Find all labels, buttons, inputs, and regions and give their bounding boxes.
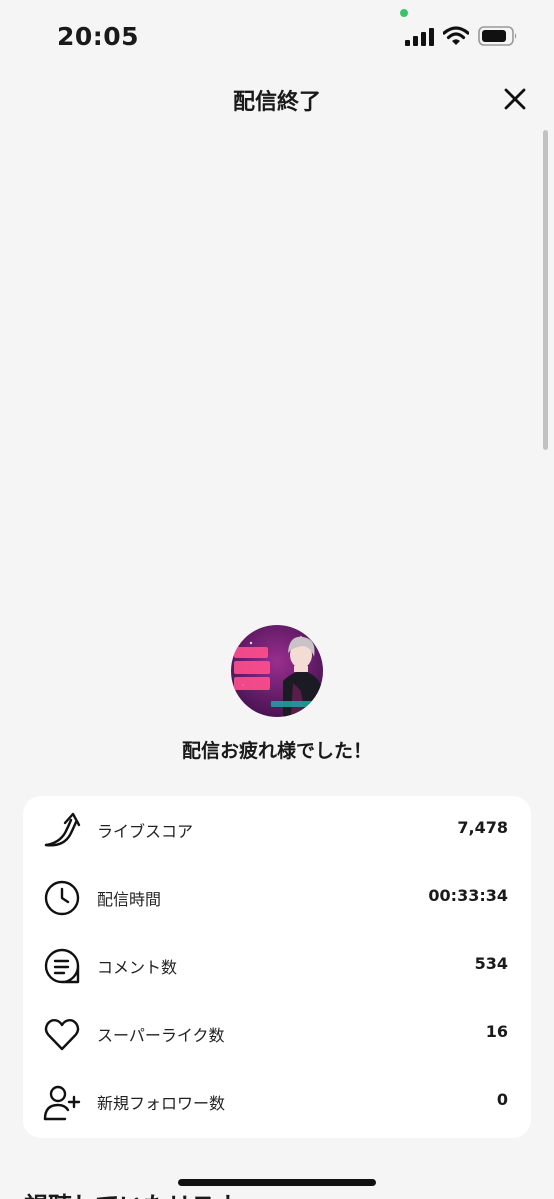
home-indicator[interactable] xyxy=(178,1179,376,1186)
cellular-signal-icon xyxy=(405,28,434,46)
stat-label: 配信時間 xyxy=(97,890,162,909)
stat-value: 00:33:34 xyxy=(428,886,508,905)
stat-label: コメント数 xyxy=(97,958,178,977)
battery-icon xyxy=(478,26,517,46)
stat-label: スーパーライク数 xyxy=(97,1026,225,1045)
privacy-indicator-dot xyxy=(400,9,408,17)
status-bar: 20:05 xyxy=(0,0,554,70)
header: 配信終了 xyxy=(0,78,554,122)
stat-value: 7,478 xyxy=(457,818,508,837)
scrollbar[interactable] xyxy=(543,130,548,450)
close-icon[interactable] xyxy=(500,84,530,114)
status-time: 20:05 xyxy=(57,22,140,51)
thanks-message: 配信お疲れ様でした！ xyxy=(181,740,372,762)
stat-value: 16 xyxy=(485,1022,508,1041)
stat-label: 新規フォロワー数 xyxy=(97,1094,226,1113)
stats-card: ライブスコア 7,478 配信時間 00:33:34 コメント数 534 スーパ… xyxy=(23,796,531,1138)
stat-row-new-followers: 新規フォロワー数 0 xyxy=(23,1068,531,1136)
stat-value: 534 xyxy=(474,954,508,973)
stat-row-super-likes: スーパーライク数 16 xyxy=(23,1000,531,1068)
streamer-avatar xyxy=(231,625,323,717)
stat-value: 0 xyxy=(496,1090,508,1109)
add-user-icon xyxy=(43,1085,81,1121)
heart-icon xyxy=(44,1018,80,1051)
stat-row-stream-time: 配信時間 00:33:34 xyxy=(23,864,531,932)
listeners-section-heading: 視聴していたリスナー xyxy=(24,1186,263,1199)
clock-icon xyxy=(44,880,80,916)
stat-label: ライブスコア xyxy=(97,822,194,841)
stat-row-live-score: ライブスコア 7,478 xyxy=(23,796,531,864)
stat-row-comments: コメント数 534 xyxy=(23,932,531,1000)
page-title: 配信終了 xyxy=(232,90,321,115)
comment-icon xyxy=(44,948,80,984)
rising-arrow-icon xyxy=(44,812,81,847)
stream-ended-screen: 20:05 配信終了 配信お疲れ様でした！ ライブスコア 7,478 配信時間 … xyxy=(0,0,554,1199)
wifi-icon xyxy=(443,26,469,45)
